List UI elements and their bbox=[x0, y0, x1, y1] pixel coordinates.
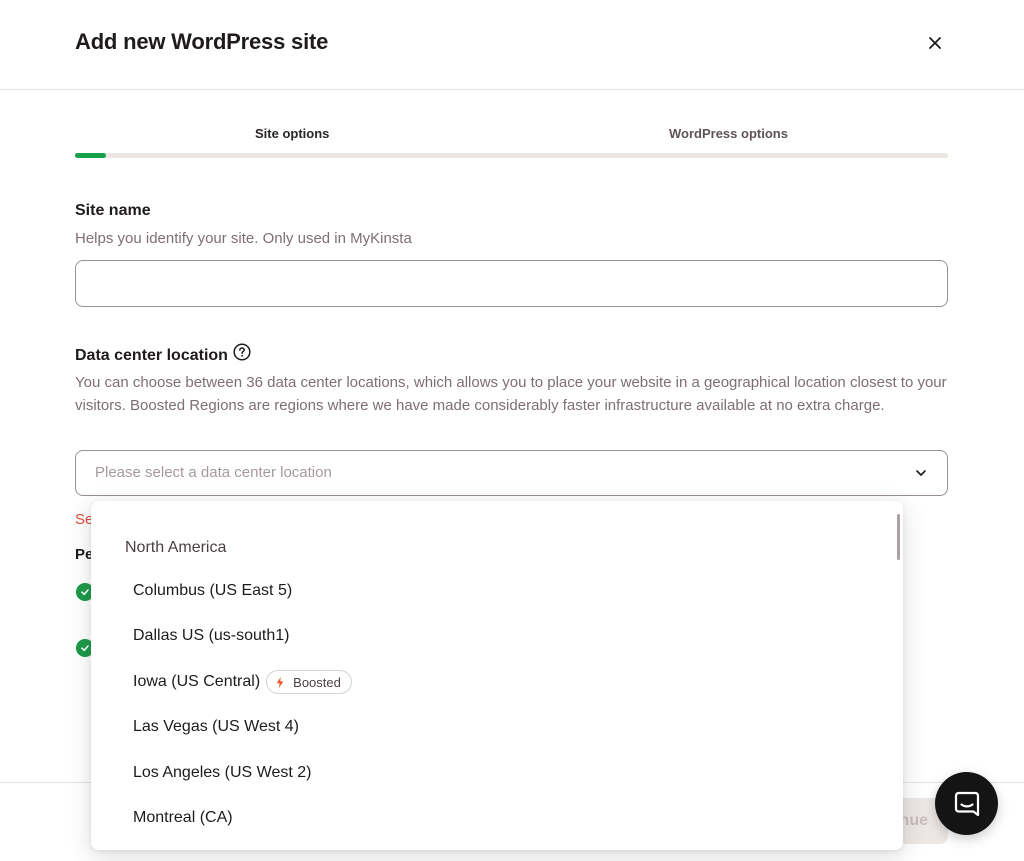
boosted-badge-label: Boosted bbox=[293, 674, 341, 690]
option-las-vegas[interactable]: Las Vegas (US West 4) bbox=[133, 718, 299, 736]
option-montreal[interactable]: Montreal (CA) bbox=[133, 809, 233, 827]
question-circle-icon[interactable] bbox=[233, 343, 251, 361]
modal-header: Add new WordPress site bbox=[0, 0, 1024, 90]
progress-fill bbox=[75, 153, 106, 158]
site-name-input[interactable] bbox=[76, 261, 947, 306]
site-name-label: Site name bbox=[75, 202, 151, 219]
chevron-down-icon bbox=[916, 470, 926, 476]
data-center-help: You can choose between 36 data center lo… bbox=[75, 374, 947, 414]
option-iowa[interactable]: Iowa (US Central) Boosted bbox=[133, 670, 352, 694]
boosted-badge: Boosted bbox=[266, 670, 352, 694]
chat-button[interactable] bbox=[935, 772, 998, 835]
site-name-help: Helps you identify your site. Only used … bbox=[75, 230, 412, 247]
stepper: Site options WordPress options bbox=[75, 126, 948, 160]
group-header-north-america: North America bbox=[125, 539, 227, 556]
data-center-dropdown: North America Columbus (US East 5) Dalla… bbox=[91, 501, 903, 850]
option-label: Columbus (US East 5) bbox=[133, 582, 293, 599]
option-columbus[interactable]: Columbus (US East 5) bbox=[133, 582, 292, 600]
close-icon bbox=[929, 37, 941, 49]
site-name-field-wrapper bbox=[75, 260, 948, 307]
chat-icon bbox=[954, 791, 979, 816]
option-dallas[interactable]: Dallas US (us-south1) bbox=[133, 627, 290, 645]
progress-track bbox=[75, 153, 948, 158]
lightning-icon bbox=[276, 676, 284, 688]
option-label: Las Vegas (US West 4) bbox=[133, 718, 299, 735]
step-wordpress-options[interactable]: WordPress options bbox=[669, 126, 788, 141]
option-label: Los Angeles (US West 2) bbox=[133, 764, 312, 781]
add-site-modal: Add new WordPress site Site options Word… bbox=[0, 0, 1024, 861]
dropdown-scrollbar[interactable] bbox=[897, 514, 900, 560]
data-center-select[interactable]: Please select a data center location bbox=[75, 450, 948, 496]
option-label: Dallas US (us-south1) bbox=[133, 627, 290, 644]
option-los-angeles[interactable]: Los Angeles (US West 2) bbox=[133, 764, 311, 782]
data-center-label: Data center location bbox=[75, 347, 228, 364]
close-button[interactable] bbox=[924, 32, 946, 54]
data-center-placeholder: Please select a data center location bbox=[95, 464, 332, 481]
step-site-options[interactable]: Site options bbox=[255, 126, 329, 141]
modal-title: Add new WordPress site bbox=[75, 29, 329, 54]
option-label: Iowa (US Central) bbox=[133, 673, 261, 690]
option-label: Montreal (CA) bbox=[133, 809, 233, 826]
